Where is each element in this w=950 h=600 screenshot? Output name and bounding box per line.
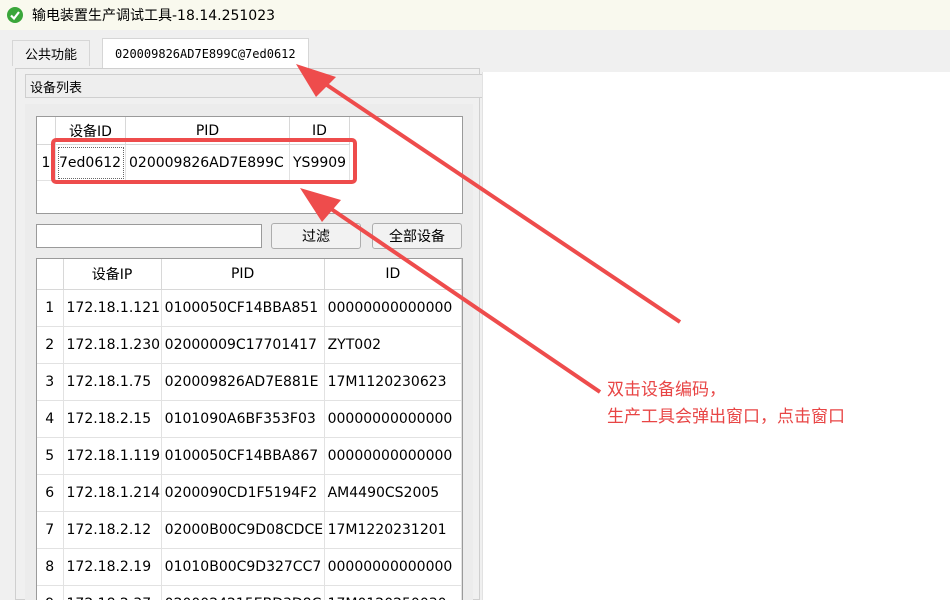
ip-cell[interactable]: 172.18.2.15 — [63, 401, 162, 438]
row-num-header — [37, 259, 64, 290]
row-number: 5 — [37, 438, 64, 475]
devices-table-body: 1 172.18.1.121 0100050CF14BBA851 0000000000… — [37, 290, 462, 600]
filter-input[interactable] — [36, 224, 262, 248]
all-devices-button[interactable]: 全部设备 — [372, 223, 462, 249]
ip-cell[interactable]: 172.18.1.75 — [63, 364, 162, 401]
ip-cell[interactable]: 172.18.1.119 — [63, 438, 162, 475]
window-title: 输电装置生产调试工具-18.14.251023 — [32, 8, 276, 24]
tab-device[interactable]: 020009826AD7E899C@7ed0612 — [102, 38, 309, 68]
right-panel — [482, 72, 950, 600]
annotation-text: 双击设备编码， 生产工具会弹出窗口，点击窗口 — [607, 377, 845, 431]
pid-cell[interactable]: 0200090CD1F5194F2 — [161, 475, 325, 512]
tab-label: 公共功能 — [25, 48, 78, 63]
row-number: 1 — [37, 290, 64, 327]
row-number: 2 — [37, 327, 64, 364]
row-number: 3 — [37, 364, 64, 401]
filter-button[interactable]: 过滤 — [271, 223, 361, 249]
device-list-title: 设备列表 — [30, 80, 83, 96]
devices-table: 设备IP PID ID 1 172.18.1.121 0100050CF14BBA8… — [36, 258, 463, 600]
annotation-line-1: 双击设备编码， — [607, 380, 726, 400]
ip-cell[interactable]: 172.18.2.12 — [63, 512, 162, 549]
device-list-header: 设备列表 — [25, 74, 487, 98]
row-number: 4 — [37, 401, 64, 438]
id-cell[interactable]: AM4490CS2005 — [324, 475, 462, 512]
id-cell[interactable]: 00000000000000 — [324, 549, 462, 586]
title-bar: 输电装置生产调试工具-18.14.251023 — [0, 0, 950, 30]
id-cell[interactable]: 00000000000000 — [324, 290, 462, 327]
tab-label: 020009826AD7E899C@7ed0612 — [115, 46, 296, 61]
id-cell[interactable]: 17M1120230623 — [324, 364, 462, 401]
id-cell[interactable]: 00000000000000 — [324, 401, 462, 438]
all-devices-button-label: 全部设备 — [389, 229, 445, 245]
device-id-cell[interactable]: 7ed0612 — [56, 145, 126, 181]
row-number: 9 — [37, 586, 64, 600]
column-header[interactable]: 设备IP — [63, 259, 162, 290]
row-number: 6 — [37, 475, 64, 512]
ip-cell[interactable]: 172.18.2.19 — [63, 549, 162, 586]
id-cell[interactable]: 17M1220231201 — [324, 512, 462, 549]
ip-cell[interactable]: 172.18.1.214 — [63, 475, 162, 512]
column-header[interactable]: ID — [324, 259, 462, 290]
row-number: 8 — [37, 549, 64, 586]
row-number: 1 — [37, 145, 56, 181]
pid-cell[interactable]: 0100050CF14BBA867 — [161, 438, 325, 475]
table-row[interactable]: 4 172.18.2.15 0101090A6BF353F03 00000000000… — [37, 401, 462, 438]
filter-button-label: 过滤 — [302, 229, 330, 245]
pid-cell[interactable]: 0101090A6BF353F03 — [161, 401, 325, 438]
table-row[interactable]: 7 172.18.2.12 02000B00C9D08CDCE 17M12202312… — [37, 512, 462, 549]
ip-cell[interactable]: 172.18.2.37 — [64, 586, 162, 600]
ip-cell[interactable]: 172.18.1.230 — [63, 327, 162, 364]
table-row[interactable]: 2 172.18.1.230 02000009C17701417 ZYT002 — [37, 327, 462, 364]
table-row[interactable]: 8 172.18.2.19 01010B00C9D327CC7 00000000000… — [37, 549, 462, 586]
table-header: 设备ID PID ID — [37, 117, 462, 145]
pid-cell[interactable]: 020009826AD7E899C — [126, 145, 290, 181]
selected-device-table: 设备ID PID ID 1 7ed0612 020009826AD7E899C … — [36, 116, 463, 214]
pid-cell[interactable]: 01010B00C9D327CC7 — [161, 549, 325, 586]
pid-cell[interactable]: 02000009C17701417 — [161, 327, 325, 364]
annotation-line-2: 生产工具会弹出窗口，点击窗口 — [607, 407, 845, 427]
pid-cell[interactable]: 02000B00C9D08CDCE — [161, 512, 325, 549]
table-header: 设备IP PID ID — [37, 259, 462, 290]
column-header[interactable]: PID — [126, 117, 290, 145]
id-cell[interactable]: 00000000000000 — [324, 438, 462, 475]
id-cell[interactable]: 17M0120250030 — [325, 586, 462, 600]
table-row[interactable]: 1 172.18.1.121 0100050CF14BBA851 0000000000… — [37, 290, 462, 327]
tab-common-functions[interactable]: 公共功能 — [12, 40, 91, 66]
column-header[interactable]: ID — [290, 117, 350, 145]
pid-cell[interactable]: 020009826AD7E881E — [161, 364, 325, 401]
table-row[interactable]: 1 7ed0612 020009826AD7E899C YS9909 — [37, 145, 462, 181]
row-number: 7 — [37, 512, 64, 549]
table-row[interactable]: 3 172.18.1.75 020009826AD7E881E 17M11202306… — [37, 364, 462, 401]
column-header[interactable]: PID — [161, 259, 325, 290]
table-row[interactable]: 6 172.18.1.214 0200090CD1F5194F2 AM4490CS20… — [37, 475, 462, 512]
id-cell[interactable]: ZYT002 — [324, 327, 462, 364]
tab-bar: 公共功能 020009826AD7E899C@7ed0612 — [0, 30, 950, 70]
app-check-icon — [7, 7, 23, 23]
pid-cell[interactable]: 0200024215EBD3D8C — [162, 586, 325, 600]
pid-cell[interactable]: 0100050CF14BBA851 — [161, 290, 325, 327]
table-row[interactable]: 5 172.18.1.119 0100050CF14BBA867 0000000000… — [37, 438, 462, 475]
row-num-header — [37, 117, 56, 145]
id-cell[interactable]: YS9909 — [290, 145, 350, 181]
column-header[interactable]: 设备ID — [56, 117, 126, 145]
table-row[interactable]: 9172.18.2.370200024215EBD3D8C17M01202500… — [37, 586, 462, 600]
ip-cell[interactable]: 172.18.1.121 — [63, 290, 162, 327]
